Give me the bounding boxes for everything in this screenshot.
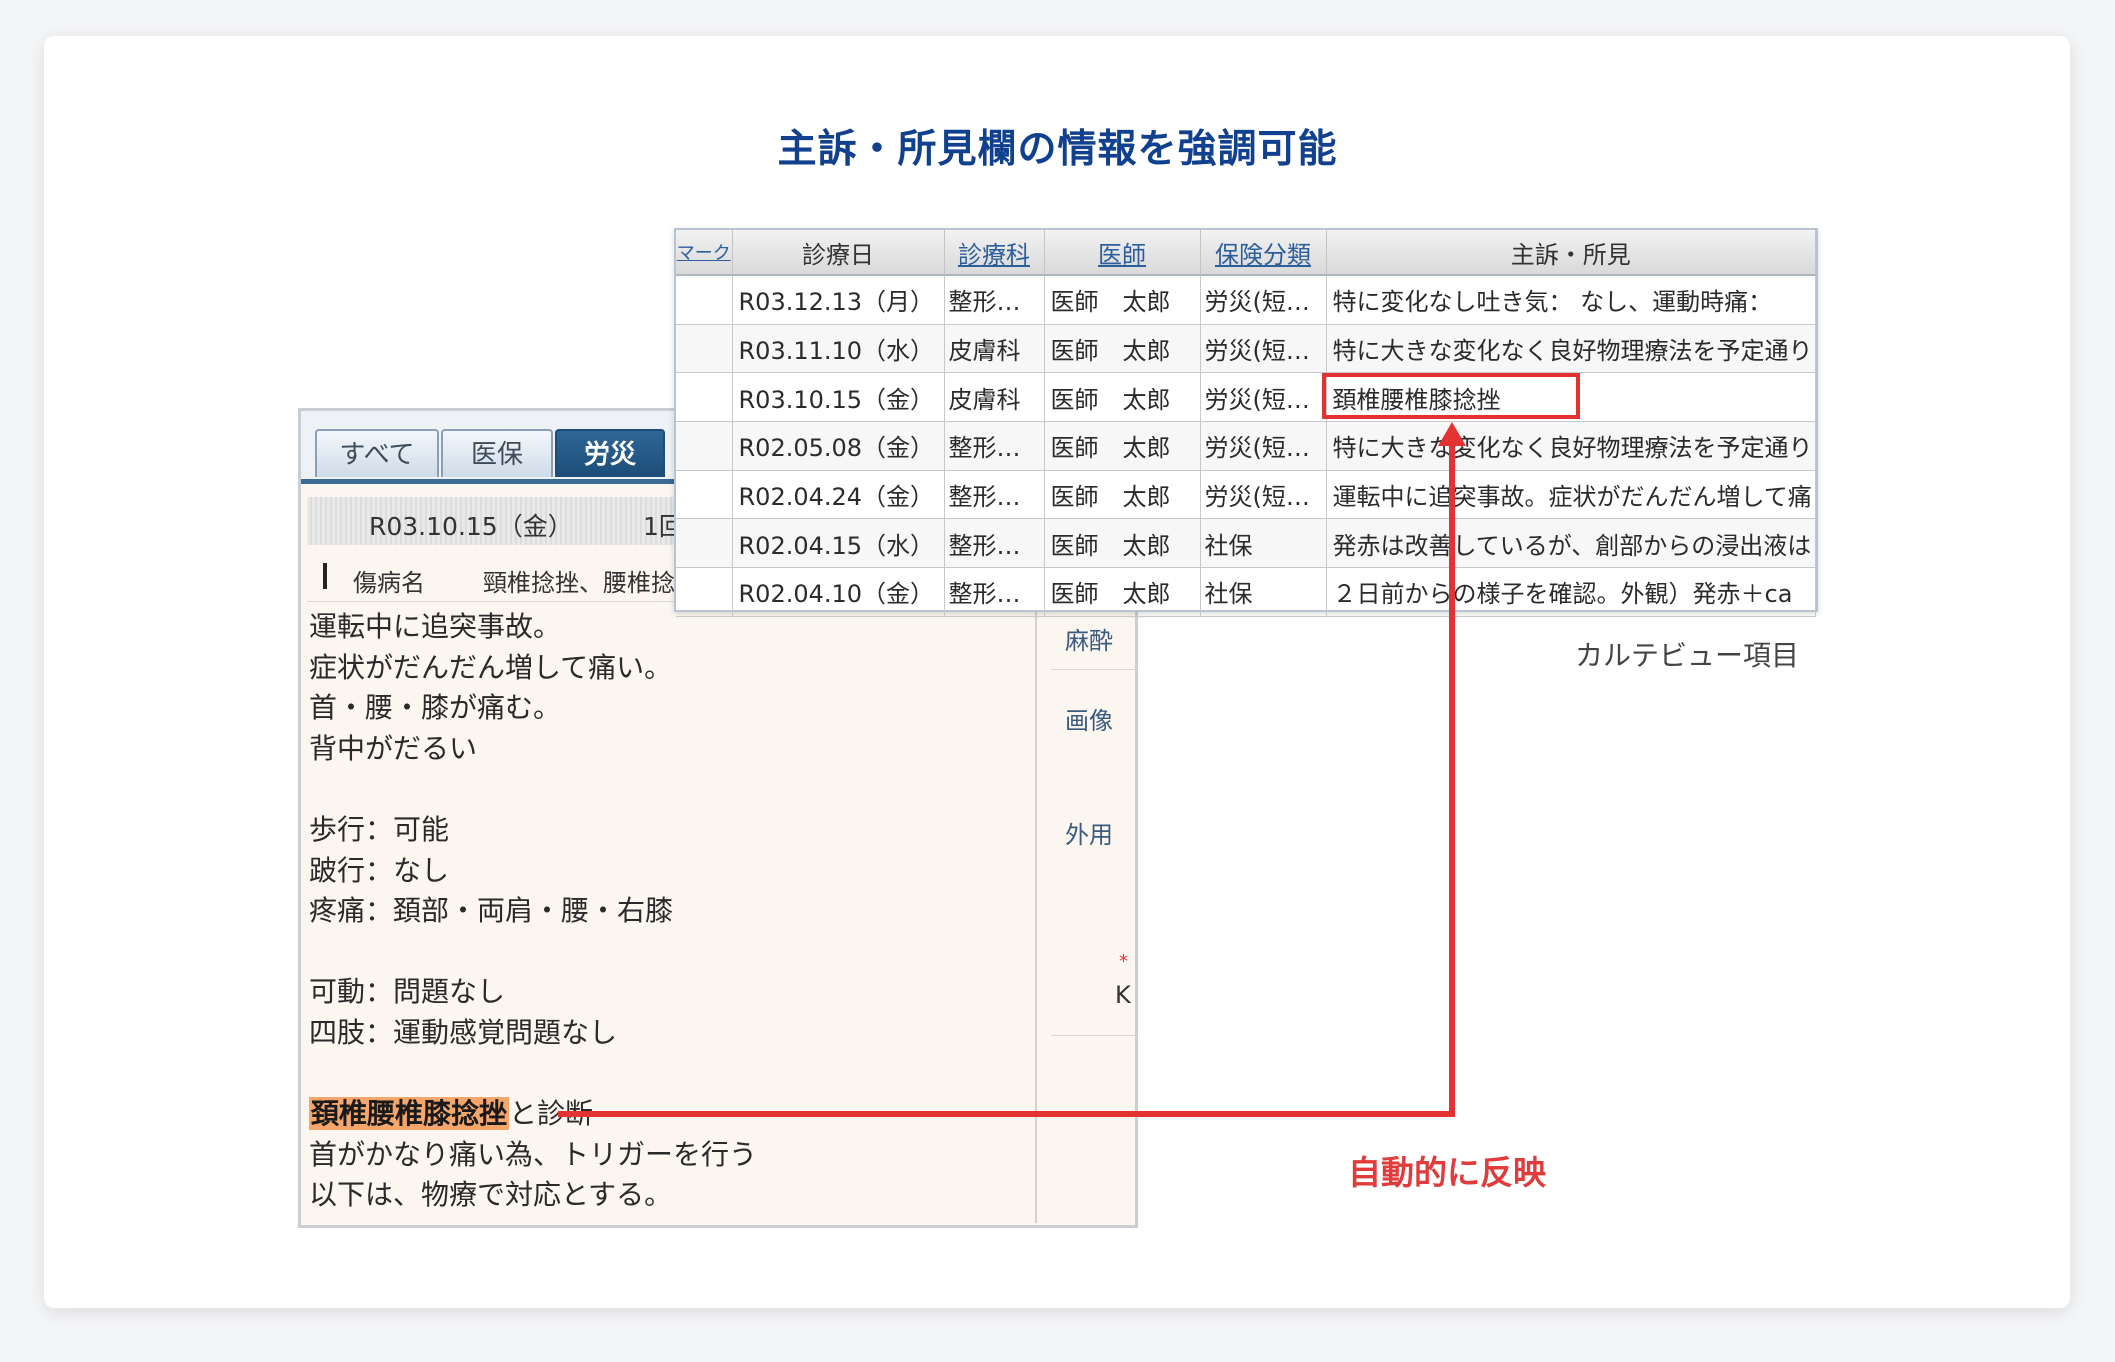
reflect-label: 自動的に反映 xyxy=(1348,1153,1546,1192)
arrow-line xyxy=(558,440,1455,1117)
arrow-head-icon xyxy=(1438,422,1466,446)
reflect-arrow xyxy=(558,422,1466,1117)
